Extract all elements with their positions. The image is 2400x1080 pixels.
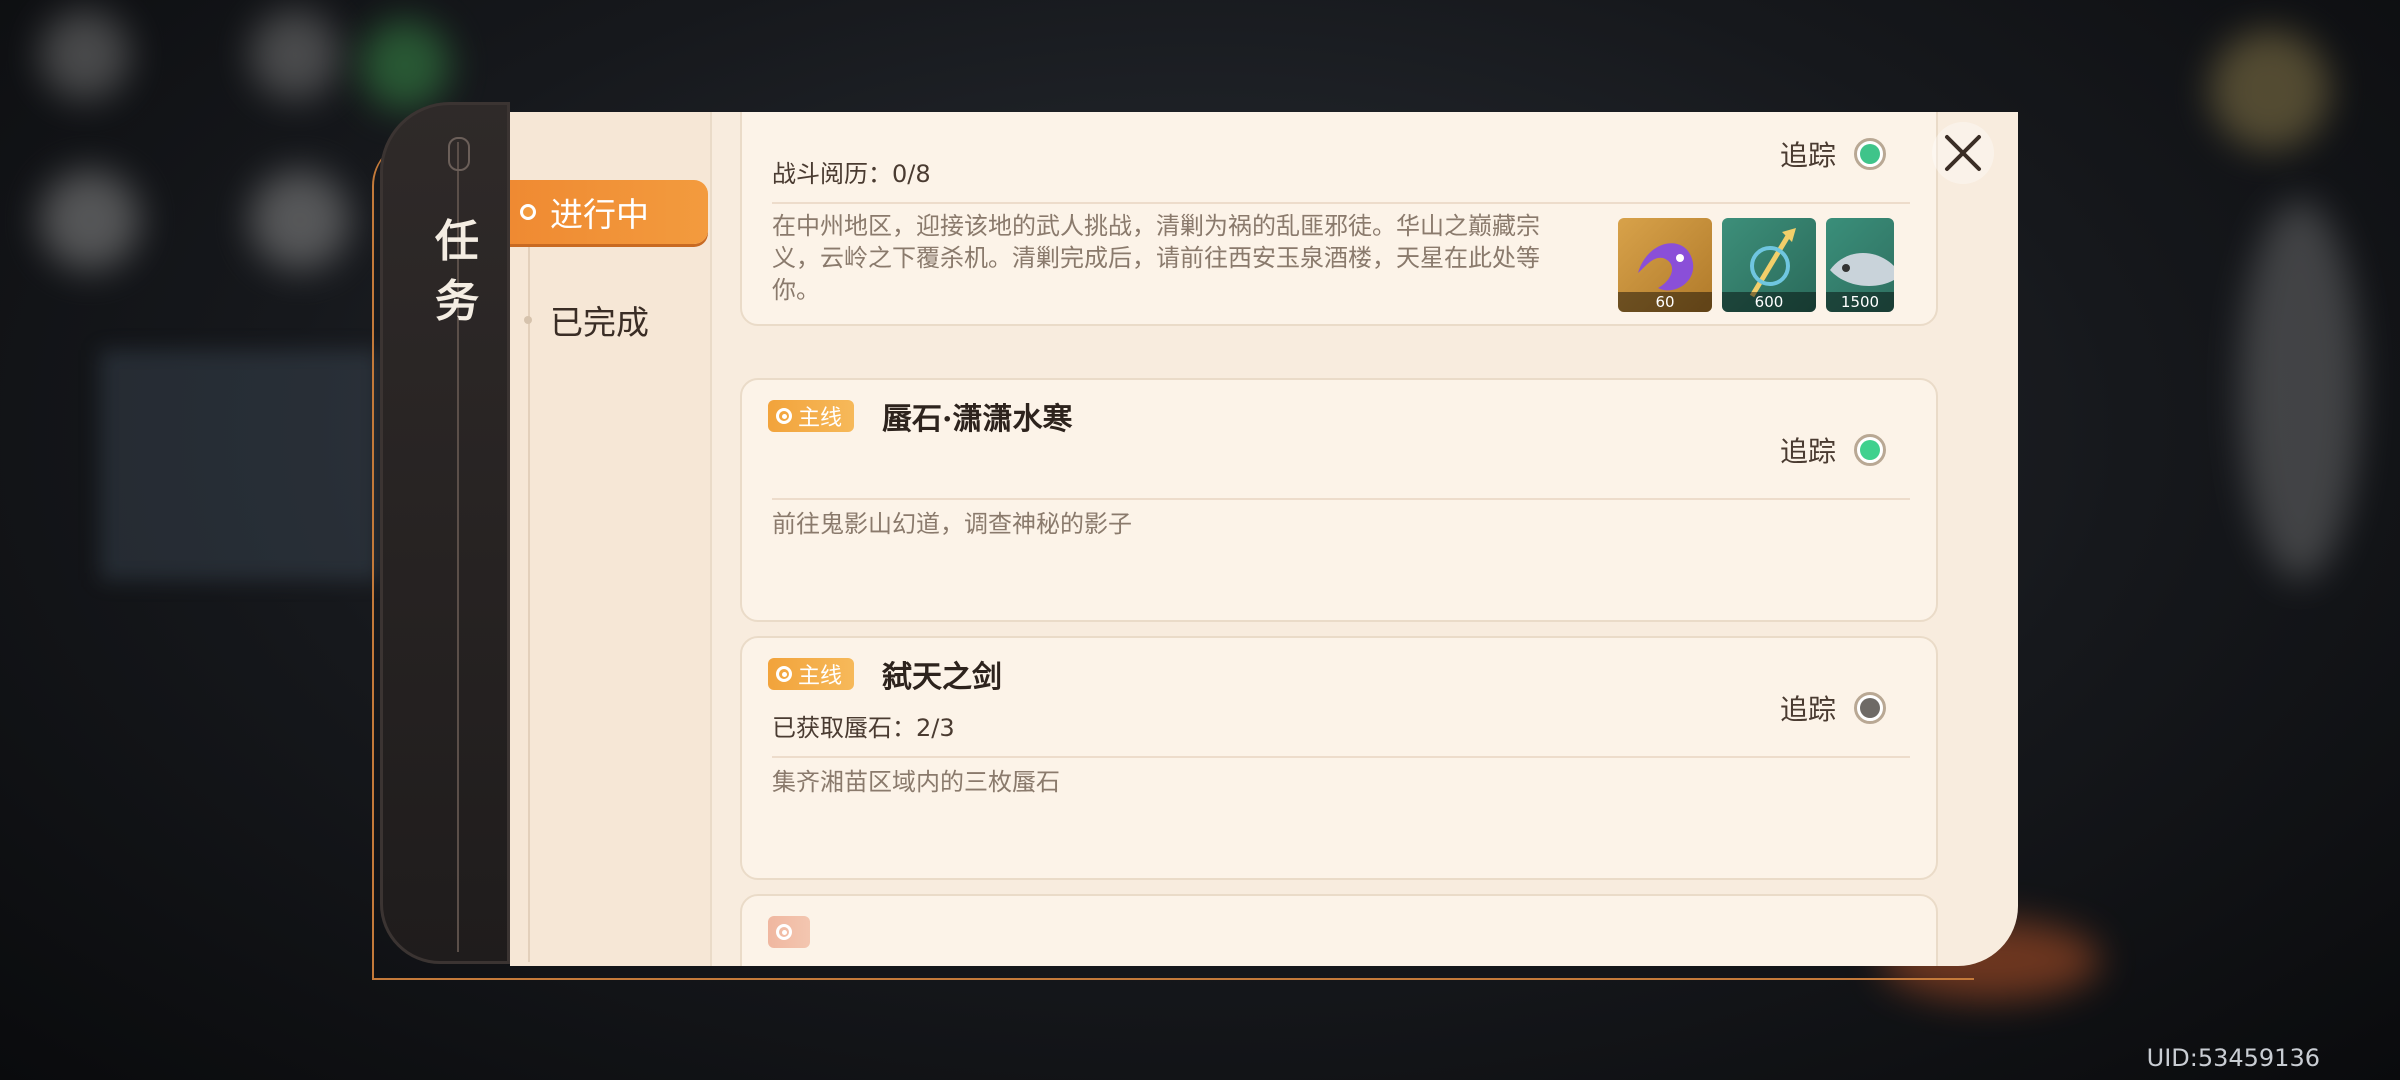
tab-column: 进行中 已完成 — [510, 112, 712, 966]
quest-list[interactable]: 战斗阅历：0/8 追踪 在中州地区，迎接该地的武人挑战，清剿为祸的乱匪邪徒。华山… — [740, 112, 1940, 966]
reward-list: 60 600 1500 — [1618, 218, 1894, 312]
spine-knob — [448, 137, 470, 171]
close-icon — [1945, 135, 1981, 171]
tab-active-dot-icon — [520, 204, 536, 220]
quest-type-badge: 主线 — [768, 658, 855, 690]
track-label: 追踪 — [1779, 139, 1836, 172]
tab-label: 进行中 — [550, 195, 649, 234]
quest-card[interactable]: 主线 蜃石·潇潇水寒 追踪 前往鬼影山幻道，调查神秘的影子 — [740, 378, 1938, 622]
track-indicator-icon — [1860, 144, 1880, 164]
track-label: 追踪 — [1779, 693, 1836, 726]
reward-item[interactable]: 1500 — [1826, 218, 1894, 312]
tab-label: 已完成 — [550, 303, 649, 342]
close-button[interactable] — [1932, 122, 1994, 184]
card-divider — [772, 202, 1910, 204]
badge-ring-icon — [776, 924, 792, 940]
quest-progress: 战斗阅历：0/8 — [772, 160, 931, 188]
reward-item[interactable]: 600 — [1722, 218, 1816, 312]
tab-in-progress[interactable]: 进行中 — [510, 180, 708, 244]
reward-amount: 600 — [1722, 292, 1816, 312]
track-toggle[interactable] — [1854, 138, 1886, 170]
quest-description: 在中州地区，迎接该地的武人挑战，清剿为祸的乱匪邪徒。华山之巅藏宗义，云岭之下覆杀… — [772, 212, 1540, 304]
track-label: 追踪 — [1779, 435, 1836, 468]
user-id: UID:53459136 — [2146, 1044, 2320, 1072]
badge-label: 主线 — [798, 664, 843, 689]
track-control[interactable]: 追踪 — [1780, 134, 1886, 174]
badge-ring-icon — [776, 408, 792, 424]
quest-title: 蜃石·潇潇水寒 — [882, 402, 1073, 437]
track-control[interactable]: 追踪 — [1780, 430, 1886, 470]
reward-amount: 60 — [1618, 292, 1712, 312]
card-divider — [772, 756, 1910, 758]
reward-amount: 1500 — [1826, 292, 1894, 312]
track-indicator-icon — [1860, 440, 1880, 460]
card-divider — [772, 498, 1910, 500]
track-indicator-icon — [1860, 698, 1880, 718]
track-control[interactable]: 追踪 — [1780, 688, 1886, 728]
quest-progress: 已获取蜃石：2/3 — [772, 714, 955, 742]
sidebar-title: 任务 — [435, 216, 479, 327]
quest-card[interactable]: 战斗阅历：0/8 追踪 在中州地区，迎接该地的武人挑战，清剿为祸的乱匪邪徒。华山… — [740, 112, 1938, 326]
quest-description: 前往鬼影山幻道，调查神秘的影子 — [772, 510, 1132, 538]
quest-card[interactable]: 主线 弑天之剑 已获取蜃石：2/3 追踪 集齐湘苗区域内的三枚蜃石 — [740, 636, 1938, 880]
reward-item[interactable]: 60 — [1618, 218, 1712, 312]
quest-dialog: 任务 进行中 已完成 战斗阅历：0/8 追踪 在中州地区，迎接该地的武人挑战，清… — [372, 100, 2018, 980]
badge-ring-icon — [776, 666, 792, 682]
tab-completed[interactable]: 已完成 — [510, 288, 708, 352]
quest-card[interactable] — [740, 894, 1938, 966]
quest-description: 集齐湘苗区域内的三枚蜃石 — [772, 768, 1060, 796]
track-toggle[interactable] — [1854, 692, 1886, 724]
quest-type-badge: 主线 — [768, 400, 855, 432]
badge-label: 主线 — [798, 406, 843, 431]
quest-title: 弑天之剑 — [882, 660, 1002, 695]
track-toggle[interactable] — [1854, 434, 1886, 466]
sidebar-spine: 任务 — [380, 102, 510, 964]
tab-dot-icon — [524, 316, 532, 324]
quest-panel: 进行中 已完成 战斗阅历：0/8 追踪 在中州地区，迎接该地的武人挑战，清剿为祸… — [510, 112, 2018, 966]
quest-type-badge — [768, 916, 810, 948]
